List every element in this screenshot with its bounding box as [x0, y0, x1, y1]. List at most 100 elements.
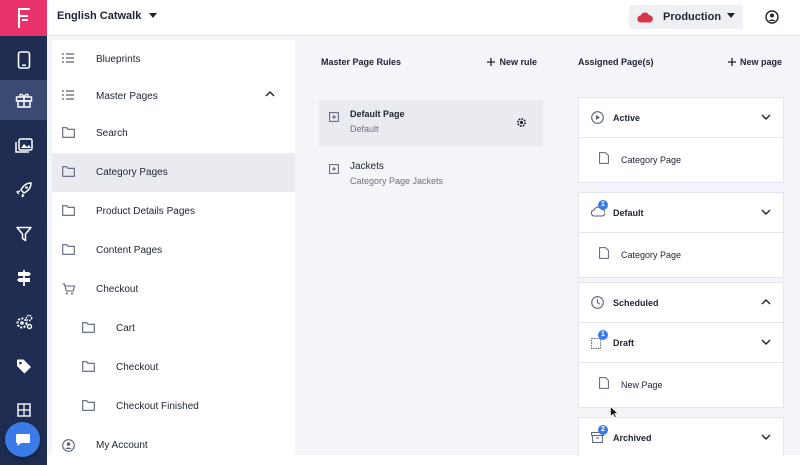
folder-icon [82, 361, 95, 372]
document-icon [599, 247, 609, 259]
rule-page-icon [329, 164, 339, 174]
group-title: Draft [613, 338, 635, 348]
document-icon [599, 377, 609, 389]
count-badge: 1 [598, 330, 608, 340]
tree-item-checkout-finished[interactable]: Checkout Finished [52, 387, 295, 426]
folder-icon [62, 127, 75, 138]
tree-item-category-pages[interactable]: Category Pages [52, 153, 295, 192]
tree-item-product-details-pages[interactable]: Product Details Pages [52, 192, 295, 231]
caret-down-icon [727, 13, 735, 18]
tree-item-checkout-sub[interactable]: Checkout [52, 348, 295, 387]
rule-name: Jackets [350, 161, 384, 172]
list-icon [62, 53, 74, 63]
group-default: 1 Default Category Page [578, 192, 784, 278]
tree-item-search[interactable]: Search [52, 114, 295, 153]
count-badge: 1 [598, 200, 608, 210]
chevron-down-icon [761, 339, 771, 345]
assigned-page-item[interactable]: Category Page [579, 233, 783, 277]
chevron-down-icon [761, 114, 771, 120]
chevron-up-icon[interactable] [265, 91, 275, 97]
rules-header: Master Page Rules [321, 57, 402, 67]
gear-icon[interactable] [516, 117, 527, 128]
group-header[interactable]: Active [579, 98, 783, 138]
folder-icon [62, 244, 75, 255]
plus-icon [727, 58, 736, 66]
caret-down-icon [149, 13, 158, 18]
chat-bubble-icon [15, 433, 30, 446]
rule-subtitle: Category Page Jackets [350, 176, 444, 186]
assigned-page-item[interactable]: New Page [579, 363, 783, 407]
rule-item-default-page[interactable]: Default Page Default [319, 100, 543, 146]
group-scheduled: Scheduled [578, 282, 784, 324]
top-bar: English Catwalk Production [47, 0, 800, 36]
tree-item-master-pages[interactable]: Master Pages [52, 77, 295, 116]
plus-icon [487, 58, 496, 66]
assigned-pages-panel: Assigned Page(s) New page Active Categor… [566, 40, 798, 459]
rocket-icon[interactable] [0, 170, 47, 210]
new-rule-button[interactable]: New rule [487, 57, 537, 67]
mobile-icon[interactable] [0, 40, 47, 80]
chevron-down-icon [761, 434, 771, 440]
group-header[interactable]: 2 Archived [579, 418, 783, 458]
signpost-icon[interactable] [0, 258, 47, 298]
site-name: English Catwalk [57, 10, 142, 22]
group-header[interactable]: Scheduled [579, 283, 783, 323]
mouse-pointer-icon [610, 406, 618, 418]
app-logo[interactable] [0, 0, 47, 36]
new-rule-label: New rule [499, 57, 537, 67]
clock-icon [591, 296, 604, 309]
environment-label: Production [663, 11, 722, 23]
tree-item-checkout[interactable]: Checkout [52, 270, 295, 309]
rule-subtitle: Default [350, 124, 379, 134]
tree-item-label: Checkout [116, 362, 159, 373]
folder-icon [82, 322, 95, 333]
tree-item-content-pages[interactable]: Content Pages [52, 231, 295, 270]
tree-item-blueprints[interactable]: Blueprints [52, 40, 295, 79]
user-account-icon[interactable] [765, 10, 779, 24]
tag-icon[interactable] [0, 346, 47, 386]
group-archived: 2 Archived [578, 417, 784, 459]
group-header[interactable]: 1 Default [579, 193, 783, 233]
assigned-page-label: New Page [621, 380, 663, 390]
app-nav-rail [0, 0, 47, 465]
environment-selector[interactable]: Production [629, 5, 743, 29]
tree-item-label: Cart [116, 323, 135, 334]
tree-item-label: Master Pages [96, 91, 158, 102]
cloud-icon [637, 11, 653, 23]
tree-item-label: Checkout [96, 284, 139, 295]
group-title: Default [613, 208, 644, 218]
tree-item-label: My Account [96, 440, 148, 451]
chevron-up-icon [761, 299, 771, 305]
assigned-header: Assigned Page(s) [578, 57, 654, 67]
tree-item-label: Blueprints [96, 54, 141, 65]
cart-icon [62, 283, 75, 295]
page-tree: Blueprints Master Pages Search Category … [52, 40, 295, 455]
group-active: Active Category Page [578, 97, 784, 183]
settings-gears-icon[interactable] [0, 302, 47, 342]
tree-item-cart[interactable]: Cart [52, 309, 295, 348]
group-title: Active [613, 113, 641, 123]
group-title: Scheduled [613, 298, 659, 308]
new-page-label: New page [739, 57, 782, 67]
folder-icon [82, 400, 95, 411]
gallery-icon[interactable] [0, 126, 47, 166]
group-title: Archived [613, 433, 652, 443]
folder-icon [62, 205, 75, 216]
site-selector[interactable]: English Catwalk [57, 10, 158, 22]
assigned-page-label: Category Page [621, 250, 682, 260]
chat-button[interactable] [5, 422, 40, 457]
tree-item-label: Checkout Finished [116, 401, 199, 412]
assigned-page-item[interactable]: Category Page [579, 138, 783, 182]
count-badge: 2 [598, 425, 608, 435]
list-icon [62, 90, 74, 100]
rule-item-jackets[interactable]: Jackets Category Page Jackets [319, 152, 543, 198]
rule-page-icon [329, 112, 339, 122]
folder-icon [62, 166, 75, 177]
filter-icon[interactable] [0, 214, 47, 254]
gift-icon[interactable] [0, 80, 47, 120]
tree-item-label: Search [96, 128, 128, 139]
group-header[interactable]: 1 Draft [579, 323, 783, 363]
chevron-down-icon [761, 209, 771, 215]
rule-name: Default Page [350, 109, 405, 119]
new-page-button[interactable]: New page [727, 57, 782, 67]
